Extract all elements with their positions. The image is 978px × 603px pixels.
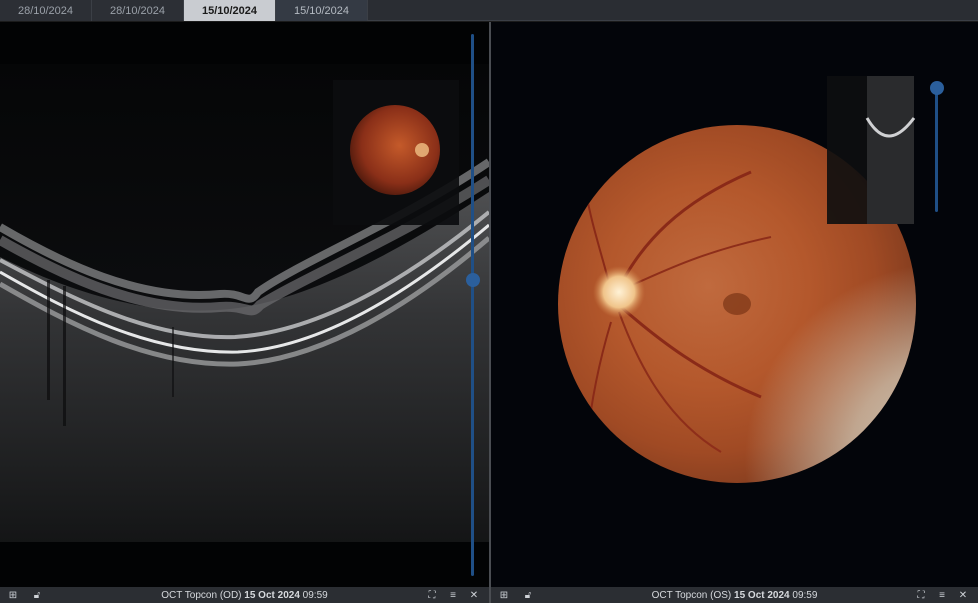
- tab-date-3-active[interactable]: 15/10/2024: [184, 0, 276, 21]
- fullscreen-icon[interactable]: ⛶: [425, 588, 439, 602]
- fundus-photo: [491, 22, 978, 587]
- right-viewer-title: OCT Topcon (OS) 15 Oct 2024 09:59: [651, 589, 818, 601]
- optic-disc: [593, 266, 645, 318]
- macula: [723, 293, 751, 315]
- right-viewer-statusbar: ⊞ 🔓︎ OCT Topcon (OS) 15 Oct 2024 09:59 ⛶…: [491, 587, 978, 603]
- fundus-viewer[interactable]: [491, 22, 978, 587]
- menu-icon[interactable]: ≡: [446, 588, 460, 602]
- tab-date-4[interactable]: 15/10/2024: [276, 0, 368, 21]
- close-icon[interactable]: ✕: [956, 588, 970, 602]
- tab-date-1[interactable]: 28/10/2024: [0, 0, 92, 21]
- scan-slider-thumb[interactable]: [466, 273, 480, 287]
- left-viewer-statusbar: ⊞ 🔓︎ OCT Topcon (OD) 15 Oct 2024 09:59 ⛶…: [0, 587, 489, 603]
- oct-thumbnail: [867, 76, 914, 224]
- scan-slider-track-right[interactable]: [935, 84, 938, 212]
- oct-bscan-viewer[interactable]: [0, 22, 489, 587]
- tab-date-2[interactable]: 28/10/2024: [92, 0, 184, 21]
- date-tab-bar: 28/10/2024 28/10/2024 15/10/2024 15/10/2…: [0, 0, 978, 21]
- scan-slider-track[interactable]: [471, 34, 474, 576]
- lock-icon[interactable]: 🔓︎: [521, 588, 535, 602]
- lock-icon[interactable]: 🔓︎: [30, 588, 44, 602]
- add-panel-icon[interactable]: ⊞: [497, 588, 511, 602]
- close-icon[interactable]: ✕: [467, 588, 481, 602]
- fullscreen-icon[interactable]: ⛶: [914, 588, 928, 602]
- add-panel-icon[interactable]: ⊞: [6, 588, 20, 602]
- menu-icon[interactable]: ≡: [935, 588, 949, 602]
- oct-bscan-image: [0, 22, 489, 587]
- scan-slider-thumb-right[interactable]: [930, 81, 944, 95]
- left-viewer-title: OCT Topcon (OD) 15 Oct 2024 09:59: [161, 589, 328, 601]
